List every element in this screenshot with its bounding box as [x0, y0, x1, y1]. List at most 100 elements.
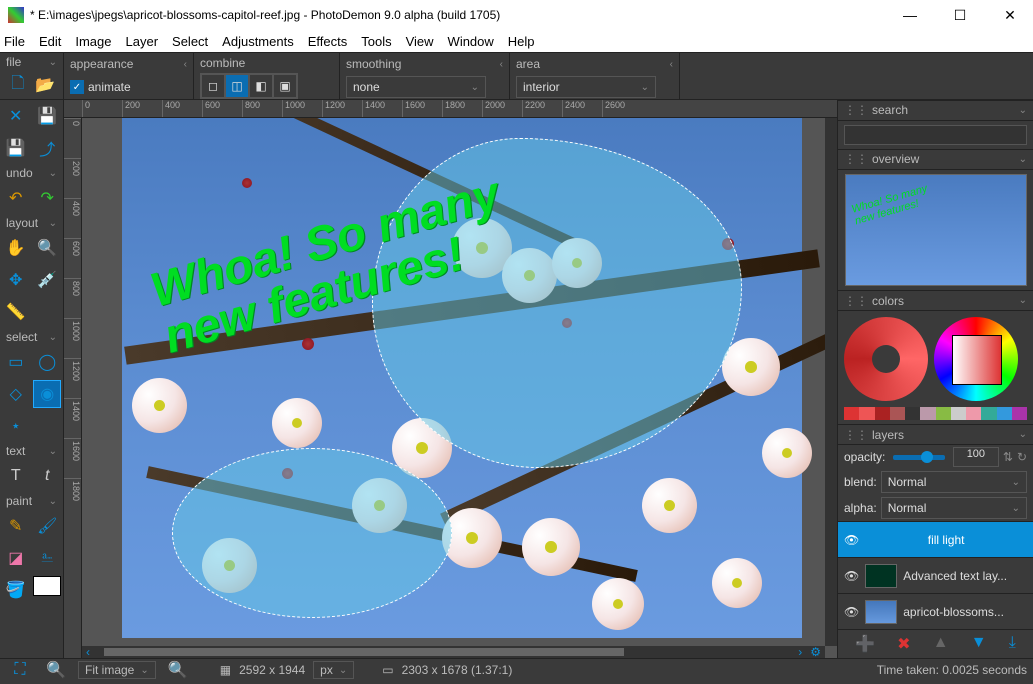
- overview-thumbnail[interactable]: Whoa! So many new features!: [845, 174, 1027, 287]
- scroll-right-icon[interactable]: ›: [798, 645, 802, 659]
- chevron-left-icon[interactable]: ‹: [500, 59, 503, 70]
- brush-icon[interactable]: 🖌: [33, 512, 61, 540]
- undo-icon[interactable]: ↶: [2, 184, 30, 212]
- chevron-down-icon[interactable]: ⌄: [49, 168, 57, 179]
- measure-tool-icon[interactable]: 📏: [2, 298, 30, 326]
- chevron-down-icon[interactable]: ⌄: [49, 496, 57, 507]
- opt-smoothing-label: smoothing: [346, 57, 401, 71]
- color-swatches[interactable]: [844, 407, 1027, 420]
- chevron-down-icon[interactable]: ⌄: [1019, 105, 1027, 116]
- combine-subtract[interactable]: ◧: [249, 74, 273, 98]
- chevron-down-icon[interactable]: ⌄: [1019, 429, 1027, 440]
- opacity-input[interactable]: 100: [953, 447, 999, 467]
- layer-bottom-icon[interactable]: ⤓: [1009, 634, 1016, 654]
- chevron-down-icon[interactable]: ⌄: [49, 332, 57, 343]
- wand-select-icon[interactable]: ⋆: [2, 412, 30, 440]
- chevron-down-icon[interactable]: ⌄: [49, 446, 57, 457]
- visibility-icon[interactable]: 👁: [844, 605, 859, 619]
- combine-replace[interactable]: ◻: [201, 74, 225, 98]
- layer-item[interactable]: 👁 Advanced text lay...: [838, 558, 1033, 594]
- viewport[interactable]: Whoa! So many new features!: [82, 118, 837, 658]
- minimize-button[interactable]: —: [895, 7, 925, 24]
- gear-icon[interactable]: ⚙: [810, 645, 821, 659]
- save-icon[interactable]: 💾: [33, 102, 61, 130]
- menu-window[interactable]: Window: [448, 34, 494, 49]
- eyedropper-icon[interactable]: 💉: [33, 266, 61, 294]
- menu-file[interactable]: File: [4, 34, 25, 49]
- open-file-icon[interactable]: 📂: [34, 71, 58, 99]
- menu-tools[interactable]: Tools: [361, 34, 391, 49]
- chevron-down-icon[interactable]: ⌄: [1019, 154, 1027, 165]
- reset-icon[interactable]: ↻: [1017, 450, 1027, 464]
- grip-icon[interactable]: ⋮⋮: [844, 294, 868, 308]
- fit-screen-icon[interactable]: ⛶: [6, 656, 34, 684]
- grip-icon[interactable]: ⋮⋮: [844, 428, 868, 442]
- menu-help[interactable]: Help: [508, 34, 535, 49]
- visibility-icon[interactable]: 👁: [844, 569, 859, 583]
- scroll-vertical[interactable]: [825, 118, 837, 646]
- rect-select-icon[interactable]: ▭: [2, 348, 30, 376]
- undo-group-label: undo: [6, 166, 33, 180]
- color-swatch[interactable]: [33, 576, 61, 596]
- chevron-left-icon[interactable]: ‹: [670, 59, 673, 70]
- visibility-icon[interactable]: 👁: [844, 533, 859, 547]
- delete-layer-icon[interactable]: ✖: [897, 634, 910, 654]
- chevron-down-icon[interactable]: ⌄: [1019, 295, 1027, 306]
- smoothing-dropdown[interactable]: none⌄: [346, 76, 486, 98]
- menu-image[interactable]: Image: [75, 34, 111, 49]
- animate-checkbox[interactable]: ✓: [70, 80, 84, 94]
- pencil-icon[interactable]: ✎: [2, 512, 30, 540]
- area-dropdown[interactable]: interior⌄: [516, 76, 656, 98]
- zoom-in-icon[interactable]: 🔍: [164, 656, 192, 684]
- advanced-text-tool-icon[interactable]: t: [33, 462, 61, 490]
- grip-icon[interactable]: ⋮⋮: [844, 103, 868, 117]
- scroll-left-icon[interactable]: ‹: [86, 645, 90, 659]
- new-file-icon[interactable]: 🗋: [6, 71, 30, 99]
- alpha-dropdown[interactable]: Normal⌄: [881, 497, 1027, 519]
- scroll-horizontal[interactable]: ‹ › ⚙: [82, 646, 825, 658]
- redo-icon[interactable]: ↷: [33, 184, 61, 212]
- combine-intersect[interactable]: ▣: [273, 74, 297, 98]
- spinner-icon[interactable]: ⇅: [1003, 450, 1013, 464]
- zoom-dropdown[interactable]: Fit image⌄: [78, 661, 156, 679]
- chevron-down-icon[interactable]: ⌄: [49, 57, 57, 68]
- menu-effects[interactable]: Effects: [308, 34, 348, 49]
- chevron-left-icon[interactable]: ‹: [184, 59, 187, 70]
- chevron-down-icon[interactable]: ⌄: [49, 218, 57, 229]
- clone-icon[interactable]: ⎁: [33, 544, 61, 572]
- move-tool-icon[interactable]: ✥: [2, 266, 30, 294]
- menu-select[interactable]: Select: [172, 34, 208, 49]
- close-image-icon[interactable]: ✕: [2, 102, 30, 130]
- zoom-out-icon[interactable]: 🔍: [42, 656, 70, 684]
- add-layer-icon[interactable]: ➕: [855, 634, 875, 654]
- close-button[interactable]: ✕: [995, 7, 1025, 24]
- layer-item[interactable]: 👁 apricot-blossoms...: [838, 594, 1033, 630]
- save-as-icon[interactable]: 💾: [2, 134, 30, 162]
- hand-tool-icon[interactable]: ✋: [2, 234, 30, 262]
- maximize-button[interactable]: ☐: [945, 7, 975, 24]
- eraser-icon[interactable]: ◪: [2, 544, 30, 572]
- color-wheel-hue[interactable]: [934, 317, 1018, 401]
- menu-adjustments[interactable]: Adjustments: [222, 34, 294, 49]
- export-icon[interactable]: ⤴: [33, 134, 61, 162]
- layer-up-icon[interactable]: ▲: [933, 634, 949, 654]
- blend-dropdown[interactable]: Normal⌄: [881, 471, 1027, 493]
- opacity-slider[interactable]: [893, 455, 945, 460]
- fill-icon[interactable]: 🪣: [2, 576, 30, 604]
- color-wheel-shades[interactable]: [844, 317, 928, 401]
- unit-dropdown[interactable]: px⌄: [313, 661, 354, 679]
- text-tool-icon[interactable]: T: [2, 462, 30, 490]
- lasso-select-icon[interactable]: ◉: [33, 380, 61, 408]
- menu-edit[interactable]: Edit: [39, 34, 61, 49]
- search-input[interactable]: [844, 125, 1027, 145]
- zoom-tool-icon[interactable]: 🔍: [33, 234, 61, 262]
- layer-down-icon[interactable]: ▼: [971, 634, 987, 654]
- grip-icon[interactable]: ⋮⋮: [844, 152, 868, 166]
- menu-view[interactable]: View: [406, 34, 434, 49]
- image-canvas[interactable]: Whoa! So many new features!: [122, 118, 802, 638]
- poly-select-icon[interactable]: ◇: [2, 380, 30, 408]
- layer-item[interactable]: 👁 fill light: [838, 522, 1033, 558]
- menu-layer[interactable]: Layer: [126, 34, 159, 49]
- ellipse-select-icon[interactable]: ◯: [33, 348, 61, 376]
- combine-add[interactable]: ◫: [225, 74, 249, 98]
